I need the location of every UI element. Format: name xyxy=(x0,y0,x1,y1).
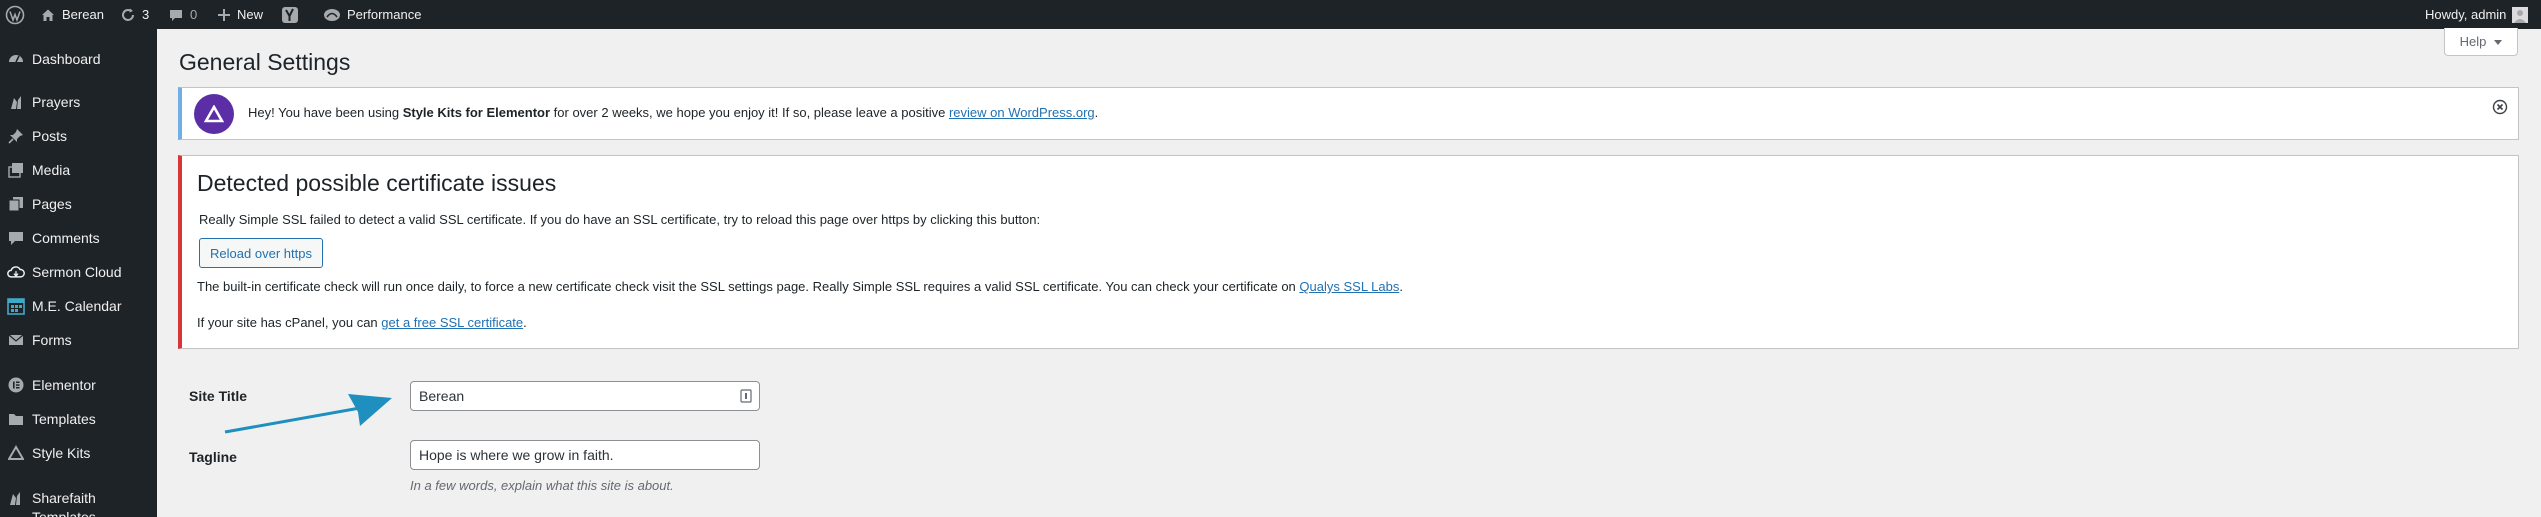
dashboard-icon xyxy=(7,50,25,68)
style-kits-logo-icon xyxy=(194,94,234,134)
sidebar-item-label: Prayers xyxy=(32,94,81,110)
calendar-icon xyxy=(7,297,25,315)
sidebar-item-posts[interactable]: Posts xyxy=(0,122,157,150)
dismiss-notice-close-icon[interactable] xyxy=(2492,99,2508,115)
sidebar-item-comments[interactable]: Comments xyxy=(0,224,157,252)
ssl-certificate-notice: Detected possible certificate issues Rea… xyxy=(178,155,2519,349)
caret-down-icon xyxy=(2494,34,2503,49)
ssl-notice-paragraph-3: If your site has cPanel, you can get a f… xyxy=(197,315,527,330)
notice-text-start: Hey! You have been using xyxy=(248,105,403,120)
sidebar-item-dashboard[interactable]: Dashboard xyxy=(0,45,157,73)
ssl-notice-paragraph-1: Really Simple SSL failed to detect a val… xyxy=(199,212,1041,227)
site-name-label: Berean xyxy=(62,7,104,22)
cloud-icon xyxy=(7,263,25,281)
ssl-p3-end: . xyxy=(523,315,527,330)
greeting-label: Howdy, admin xyxy=(2425,7,2507,22)
sidebar-item-media[interactable]: Media xyxy=(0,156,157,184)
yoast-icon[interactable] xyxy=(281,0,299,29)
tagline-label: Tagline xyxy=(189,449,237,465)
ssl-p2-text: The built-in certificate check will run … xyxy=(197,279,1300,294)
sidebar-item-me-calendar[interactable]: M.E. Calendar xyxy=(0,292,157,320)
elementor-icon xyxy=(7,376,25,394)
sidebar-item-sharefaith-templates[interactable]: Templates xyxy=(0,503,157,517)
help-label: Help xyxy=(2459,34,2487,49)
triangle-icon xyxy=(7,444,25,462)
notice-text-end: . xyxy=(1094,105,1099,120)
tagline-input[interactable] xyxy=(410,440,760,470)
site-title-input[interactable] xyxy=(410,381,760,411)
updates-count: 3 xyxy=(142,7,150,22)
style-kits-notice: Hey! You have been using Style Kits for … xyxy=(178,87,2519,140)
reload-over-https-button[interactable]: Reload over https xyxy=(199,238,323,268)
site-title-field xyxy=(410,381,760,411)
password-manager-icon[interactable] xyxy=(740,389,752,403)
new-label: New xyxy=(237,7,264,22)
account-menu[interactable]: Howdy, admin xyxy=(2425,0,2529,29)
updates-link[interactable]: 3 xyxy=(120,0,149,29)
ssl-notice-paragraph-2: The built-in certificate check will run … xyxy=(197,279,1403,294)
sidebar-item-templates[interactable]: Templates xyxy=(0,405,157,433)
sidebar-item-elementor[interactable]: Elementor xyxy=(0,371,157,399)
qualys-ssl-labs-link[interactable]: Qualys SSL Labs xyxy=(1299,279,1399,294)
review-link[interactable]: review on WordPress.org xyxy=(949,105,1095,120)
admin-bar: Berean 3 0 New Performance Howdy, admin xyxy=(0,0,2541,29)
sidebar-item-label: Elementor xyxy=(32,377,96,393)
notice-text-middle: for over 2 weeks, we hope you enjoy it! … xyxy=(550,105,949,120)
annotation-arrow-icon xyxy=(224,394,392,434)
sidebar-item-label: Media xyxy=(32,162,71,178)
sidebar-item-label: Comments xyxy=(32,230,100,246)
performance-label: Performance xyxy=(347,7,422,22)
sidebar-item-label: Templates xyxy=(32,509,96,517)
sidebar-item-style-kits[interactable]: Style Kits xyxy=(0,439,157,467)
sidebar-item-label: Pages xyxy=(32,196,72,212)
admin-sidebar: Dashboard Prayers Posts Media Pages Comm… xyxy=(0,29,157,517)
ssl-p2-end: . xyxy=(1399,279,1403,294)
free-ssl-certificate-link[interactable]: get a free SSL certificate xyxy=(381,315,523,330)
comments-count: 0 xyxy=(190,7,198,22)
sidebar-item-prayers[interactable]: Prayers xyxy=(0,88,157,116)
pages-icon xyxy=(7,195,25,213)
envelope-icon xyxy=(7,331,25,349)
tagline-description: In a few words, explain what this site i… xyxy=(410,478,674,493)
sidebar-item-label: Style Kits xyxy=(32,445,91,461)
pin-icon xyxy=(7,127,25,145)
notice-plugin-name: Style Kits for Elementor xyxy=(402,105,551,120)
ssl-notice-title: Detected possible certificate issues xyxy=(197,170,557,196)
sidebar-item-label: Templates xyxy=(32,411,96,427)
help-button[interactable]: Help xyxy=(2444,28,2518,56)
performance-link[interactable]: Performance xyxy=(323,0,421,29)
sidebar-item-forms[interactable]: Forms xyxy=(0,326,157,354)
sidebar-item-pages[interactable]: Pages xyxy=(0,190,157,218)
comments-link[interactable]: 0 xyxy=(168,0,197,29)
avatar xyxy=(2512,6,2529,23)
sidebar-item-label: M.E. Calendar xyxy=(32,298,122,314)
page-title: General Settings xyxy=(179,49,351,75)
sidebar-item-sermon-cloud[interactable]: Sermon Cloud xyxy=(0,258,157,286)
comment-bubble-icon xyxy=(168,7,184,23)
sidebar-item-label: Sermon Cloud xyxy=(32,264,122,280)
sidebar-item-label: Dashboard xyxy=(32,51,101,67)
ssl-p3-text: If your site has cPanel, you can xyxy=(197,315,382,330)
prayers-icon xyxy=(7,93,25,111)
site-name-link[interactable]: Berean xyxy=(40,0,104,29)
updates-icon xyxy=(120,7,136,23)
notice-text: Hey! You have been using Style Kits for … xyxy=(248,105,1098,120)
plus-icon xyxy=(217,8,231,22)
wordpress-logo-icon[interactable] xyxy=(5,0,25,29)
home-icon xyxy=(40,7,56,23)
sidebar-item-label: Posts xyxy=(32,128,68,144)
performance-icon xyxy=(323,8,341,22)
new-content-link[interactable]: New xyxy=(217,0,263,29)
comments-icon xyxy=(7,229,25,247)
folder-icon xyxy=(7,410,25,428)
sidebar-item-label: Forms xyxy=(32,332,72,348)
media-icon xyxy=(7,161,25,179)
